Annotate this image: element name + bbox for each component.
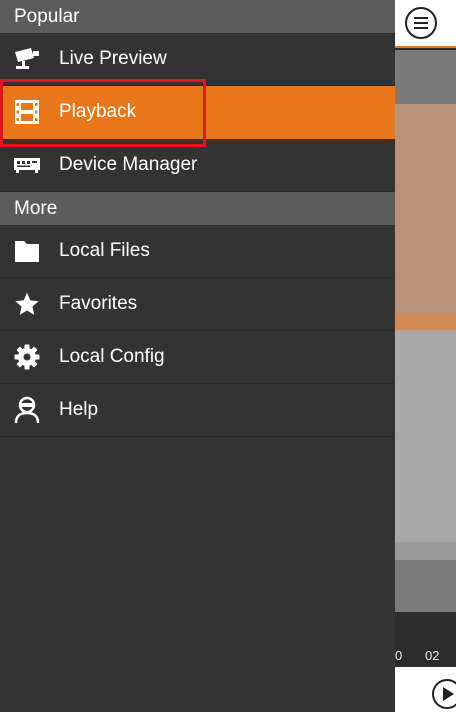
background-app-toolbar — [395, 0, 456, 48]
menu-item-favorites[interactable]: Favorites — [0, 278, 395, 331]
play-icon[interactable] — [432, 679, 456, 709]
dvr-device-icon — [13, 151, 41, 179]
menu-item-label: Favorites — [59, 293, 138, 314]
support-agent-icon — [13, 396, 41, 424]
menu-item-playback[interactable]: Playback — [0, 86, 395, 139]
section-header-popular: Popular — [0, 0, 395, 33]
video-preview — [395, 104, 456, 314]
timeline-tick: 0 — [395, 648, 403, 663]
menu-item-live-preview[interactable]: Live Preview — [0, 33, 395, 86]
gear-icon — [13, 343, 41, 371]
folder-icon — [13, 237, 41, 265]
star-icon — [13, 290, 41, 318]
menu-item-label: Local Files — [59, 240, 150, 261]
menu-item-local-files[interactable]: Local Files — [0, 225, 395, 278]
section-header-more: More — [0, 192, 395, 225]
timeline-tick: 02 — [425, 648, 440, 663]
menu-item-label: Help — [59, 399, 99, 420]
menu-item-label: Live Preview — [59, 48, 167, 69]
menu-item-device-manager[interactable]: Device Manager — [0, 139, 395, 192]
menu-item-label: Playback — [59, 101, 137, 122]
playback-controls — [395, 667, 456, 712]
background-app-strip — [395, 50, 456, 104]
navigation-drawer: Popular Live Preview Playback Device Man… — [0, 0, 395, 712]
menu-item-local-config[interactable]: Local Config — [0, 331, 395, 384]
video-area — [395, 330, 456, 542]
menu-item-label: Local Config — [59, 346, 165, 367]
cctv-camera-icon — [13, 45, 41, 73]
background-app: 0 02 — [395, 0, 456, 712]
playback-timeline[interactable] — [395, 560, 456, 612]
video-area-bottom — [395, 542, 456, 560]
menu-item-label: Device Manager — [59, 154, 198, 175]
film-strip-icon — [13, 98, 41, 126]
menu-item-help[interactable]: Help — [0, 384, 395, 437]
menu-circle-icon[interactable] — [405, 7, 437, 39]
video-preview-edge — [395, 314, 456, 330]
